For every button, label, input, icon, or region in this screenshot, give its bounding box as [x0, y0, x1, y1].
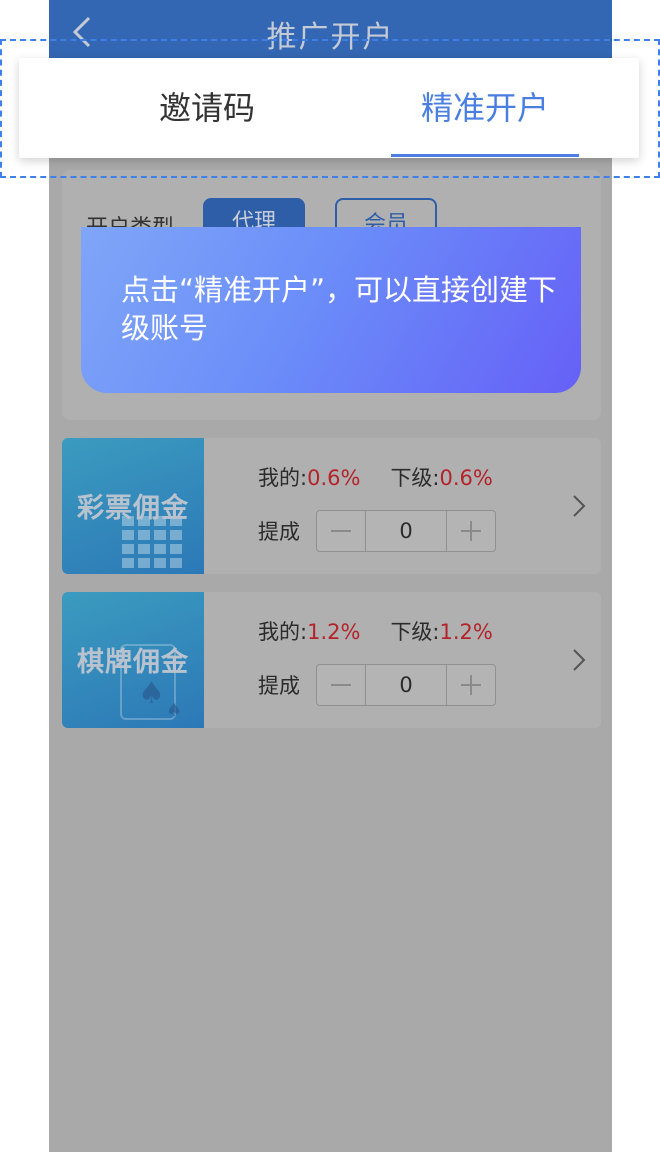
- lottery-stepper: 0: [316, 510, 496, 552]
- increase-button[interactable]: [447, 511, 495, 551]
- minus-icon: [331, 530, 351, 532]
- app-screen: 推广开户 开户类型 代理 会员 彩票佣金 我的:0.6%下级:: [0, 0, 660, 1152]
- active-tab-indicator: [391, 154, 579, 157]
- increase-button[interactable]: [447, 665, 495, 705]
- chess-commission-setter: 提成 0: [258, 664, 496, 706]
- plus-icon: [461, 521, 481, 541]
- page-title: 推广开户: [266, 20, 395, 55]
- commission-value-input[interactable]: 0: [365, 665, 447, 705]
- commission-value-input[interactable]: 0: [365, 511, 447, 551]
- commission-label: 提成: [258, 520, 300, 544]
- mine-rate: 1.2%: [307, 620, 361, 644]
- spade-icon: ♠: [138, 676, 165, 711]
- decrease-button[interactable]: [317, 511, 365, 551]
- sub-label: 下级:: [390, 466, 440, 490]
- mine-rate: 0.6%: [307, 466, 361, 490]
- mine-label: 我的:: [258, 620, 308, 644]
- decrease-button[interactable]: [317, 665, 365, 705]
- chess-commission-row[interactable]: ♠ ♠ 棋牌佣金 我的:1.2% 下级:1.2% 提成 0: [62, 592, 601, 728]
- chess-stepper: 0: [316, 664, 496, 706]
- commission-label: 提成: [258, 674, 300, 698]
- sub-rate: 1.2%: [439, 620, 493, 644]
- mine-label: 我的:: [258, 466, 308, 490]
- lottery-thumbnail: 彩票佣金: [62, 438, 204, 574]
- tab-invite-code[interactable]: 邀请码: [114, 58, 300, 158]
- chevron-right-icon: [573, 649, 586, 671]
- dimmed-page: 推广开户 开户类型 代理 会员 彩票佣金 我的:0.6%下级:: [49, 0, 612, 1152]
- chess-rates: 我的:1.2% 下级:1.2%: [258, 616, 493, 646]
- guide-tooltip[interactable]: 点击“精准开户”，可以直接创建下级账号: [81, 227, 581, 393]
- lottery-commission-title: 彩票佣金: [77, 493, 189, 524]
- plus-icon: [461, 675, 481, 695]
- sub-label: 下级:: [390, 620, 440, 644]
- tab-precise-account[interactable]: 精准开户: [391, 58, 579, 158]
- sub-rate: 0.6%: [439, 466, 493, 490]
- chevron-right-icon: [573, 495, 586, 517]
- lottery-rates: 我的:0.6% 下级:0.6%: [258, 462, 493, 492]
- tab-bar: 邀请码 精准开户: [19, 58, 639, 158]
- spade-icon: ♠: [166, 700, 183, 721]
- lottery-commission-setter: 提成 0: [258, 510, 496, 552]
- minus-icon: [331, 684, 351, 686]
- lottery-commission-row[interactable]: 彩票佣金 我的:0.6% 下级:0.6% 提成 0: [62, 438, 601, 574]
- chess-commission-title: 棋牌佣金: [77, 647, 189, 678]
- chess-thumbnail: ♠ ♠ 棋牌佣金: [62, 592, 204, 728]
- tooltip-text: 点击“精准开户”，可以直接创建下级账号: [121, 273, 558, 345]
